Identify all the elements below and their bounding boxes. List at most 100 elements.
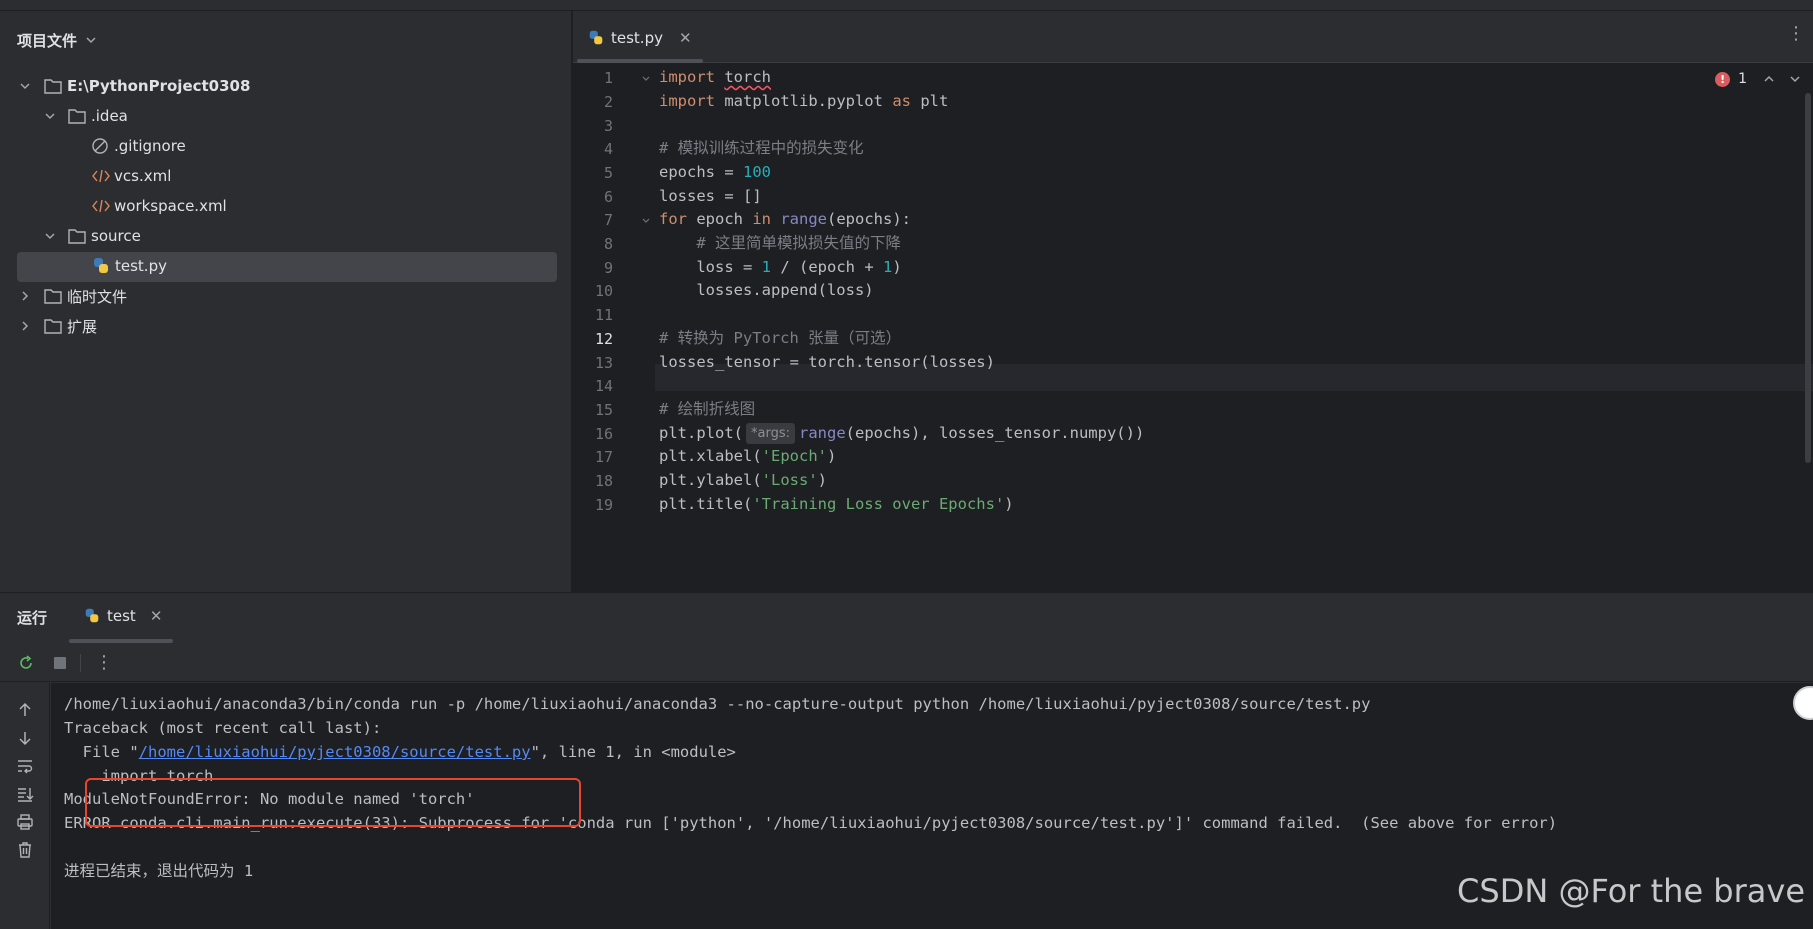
active-tab-indicator [69,639,173,643]
window-top-strip [0,0,1813,11]
run-tab-test[interactable]: test ✕ [83,607,162,625]
code-line-4: # 模拟训练过程中的损失变化 [659,139,864,157]
tree-item-workspace-xml[interactable]: workspace.xml [0,192,572,220]
line-number: 17 [594,448,613,466]
code-line-8: # 这里简单模拟损失值的下降 [659,234,901,252]
more-options-icon[interactable]: ⋮ [1787,25,1805,43]
run-tab-label: test [107,607,136,625]
tree-item-test-py[interactable]: test.py [0,252,572,282]
chevron-up-icon[interactable] [1763,73,1775,85]
close-icon[interactable]: ✕ [679,29,692,47]
console-line: File "/home/liuxiaohui/pyject0308/source… [64,743,736,761]
line-number: 6 [603,188,613,206]
code-line-12: # 转换为 PyTorch 张量（可选） [659,329,902,347]
line-number: 16 [594,425,613,443]
tree-item-label: 临时文件 [67,287,128,306]
project-panel: 项目文件 E:\PythonProject0308 .idea .gitigno… [0,11,572,592]
arrow-down-icon[interactable] [16,729,34,747]
line-number-gutter: 1 2 3 4 5 6 7 8 9 10 11 12 13 14 15 16 1… [573,64,655,592]
editor-tab-test-py[interactable]: test.py ✕ [587,25,692,51]
error-icon: ! [1715,71,1731,87]
chevron-down-icon [86,37,96,44]
line-number: 2 [603,93,613,111]
tree-item-source[interactable]: source [0,222,572,250]
tree-item-label: test.py [115,257,167,275]
editor-tab-bar: test.py ✕ ⋮ [573,11,1813,63]
soft-wrap-icon[interactable] [16,757,34,775]
line-number: 7 [603,211,613,229]
project-view-selector[interactable]: 项目文件 [17,29,97,51]
folder-icon [68,109,86,124]
tree-item-label: E:\PythonProject0308 [67,77,251,95]
line-number: 13 [594,354,613,372]
code-line-1: import torch [659,68,772,86]
run-panel-title: 运行 [17,609,48,627]
chevron-right-icon[interactable] [18,289,32,303]
tree-item-scratches[interactable]: 临时文件 [0,282,572,310]
tree-item-label: .idea [91,107,128,125]
tree-item-label: .gitignore [114,137,186,155]
code-line-15: # 绘制折线图 [659,400,756,418]
tree-item-label: vcs.xml [114,167,172,185]
folder-icon [44,319,62,334]
tree-item-label: source [91,227,141,245]
chevron-down-icon[interactable] [18,79,32,93]
editor-scrollbar[interactable] [1805,93,1811,463]
arrow-up-icon[interactable] [16,701,34,719]
folder-icon [44,289,62,304]
line-number: 8 [603,235,613,253]
line-number: 19 [594,496,613,514]
code-line-19: plt.title('Training Loss over Epochs') [659,495,1014,513]
code-line-10: losses.append(loss) [659,281,874,299]
fold-icon[interactable] [641,74,651,84]
line-number: 14 [594,377,613,395]
code-line-13: losses_tensor = torch.tensor(losses) [659,353,995,371]
tab-label: test.py [611,29,663,47]
inspection-widget[interactable]: ! 1 [1715,71,1801,87]
traceback-file-link[interactable]: /home/liuxiaohui/pyject0308/source/test.… [139,743,531,761]
code-line-2: import matplotlib.pyplot as plt [659,92,949,110]
error-count: 1 [1738,71,1747,87]
chevron-down-icon[interactable] [43,109,57,123]
more-options-icon[interactable]: ⋮ [95,652,113,673]
run-tab-bar: 运行 test ✕ [0,593,1813,643]
code-line-5: epochs = 100 [659,163,771,181]
line-number: 3 [603,117,613,135]
print-icon[interactable] [16,813,34,831]
run-toolbar: ⋮ [0,644,1813,682]
tree-item-project-root[interactable]: E:\PythonProject0308 [0,72,572,100]
line-number-current: 12 [594,330,613,348]
tree-item-label: workspace.xml [114,197,227,215]
line-number: 1 [603,69,613,87]
chevron-right-icon[interactable] [18,319,32,333]
stop-icon[interactable] [51,654,69,672]
rerun-icon[interactable] [17,654,35,672]
line-number: 18 [594,472,613,490]
parameter-hint: *args: [746,423,795,444]
console-line: /home/liuxiaohui/anaconda3/bin/conda run… [64,695,1371,713]
scroll-to-end-icon[interactable] [16,785,34,803]
tree-item-gitignore[interactable]: .gitignore [0,132,572,160]
editor-panel: test.py ✕ ⋮ 1 2 3 4 5 6 7 8 9 10 11 12 1… [573,11,1813,592]
line-number: 15 [594,401,613,419]
active-tab-indicator [577,59,703,63]
chevron-down-icon[interactable] [1789,73,1801,85]
line-number: 5 [603,164,613,182]
chevron-down-icon[interactable] [43,229,57,243]
unresolved-import: torch [724,68,772,86]
code-line-7: for epoch in range(epochs): [659,210,911,228]
python-file-icon [85,608,99,623]
toolbar-divider [80,654,81,672]
line-number: 9 [603,259,613,277]
error-highlight-box [85,778,581,827]
close-icon[interactable]: ✕ [150,607,163,625]
code-line-17: plt.xlabel('Epoch') [659,447,837,465]
tree-item-extensions[interactable]: 扩展 [0,312,572,340]
code-area[interactable]: import torch import matplotlib.pyplot as… [659,64,1799,592]
fold-icon[interactable] [641,216,651,226]
tree-item-vcs-xml[interactable]: vcs.xml [0,162,572,190]
trash-icon[interactable] [16,841,34,859]
console-side-toolbar [0,683,50,929]
folder-icon [44,79,62,94]
tree-item-idea[interactable]: .idea [0,102,572,130]
